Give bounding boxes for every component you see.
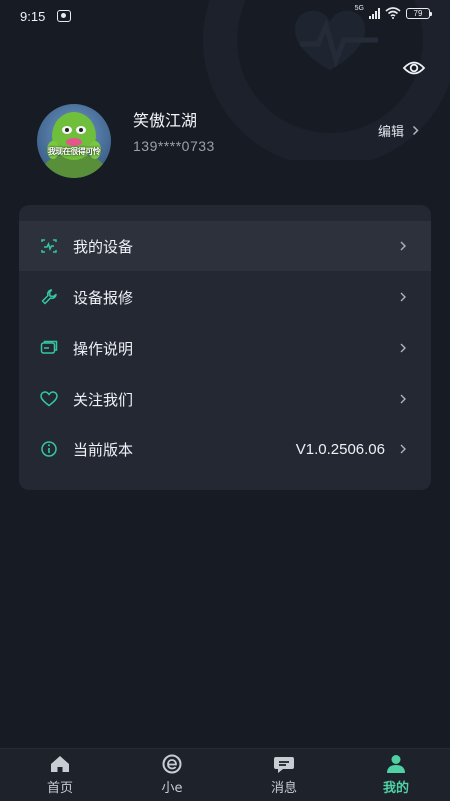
tab-mine[interactable]: 我的: [340, 749, 450, 801]
tab-label: 我的: [382, 781, 409, 796]
wrench-icon: [41, 289, 57, 305]
user-name: 笑傲江湖: [133, 111, 198, 130]
message-icon: [274, 757, 294, 773]
chevron-right-icon: [412, 125, 419, 136]
edit-label: 编辑: [378, 125, 405, 140]
menu-item-device-repair[interactable]: 设备报修: [19, 272, 431, 322]
e-icon: [162, 754, 182, 774]
heart-icon: [40, 391, 58, 407]
network-type-label: 5G: [354, 4, 364, 12]
chevron-right-icon: [400, 343, 406, 353]
status-indicators: 5G 79: [354, 4, 432, 19]
bottom-tab-bar: 首页 小e 消息 我的: [0, 748, 450, 801]
notification-app-icon: [57, 10, 71, 22]
avatar[interactable]: 我现在很得可怜: [37, 104, 111, 178]
version-value: V1.0.2506.06: [295, 440, 385, 458]
menu-item-current-version[interactable]: 当前版本 V1.0.2506.06: [19, 424, 431, 474]
chevron-right-icon: [400, 292, 406, 302]
chevron-right-icon: [400, 444, 406, 454]
tab-home[interactable]: 首页: [4, 749, 116, 801]
chevron-right-icon: [400, 241, 406, 251]
user-phone: 139****0733: [133, 138, 215, 154]
battery-icon: 79: [406, 7, 432, 19]
home-icon: [51, 756, 69, 772]
tab-label: 消息: [270, 781, 297, 796]
menu-card: 我的设备 设备报修 操作说明 关注我们 当前版本 V1.0.2506.06: [19, 205, 431, 490]
menu-label: 设备报修: [73, 288, 134, 307]
avatar-caption: 我现在很得可怜: [47, 147, 101, 156]
edit-profile-button[interactable]: 编辑: [378, 121, 419, 140]
tab-label: 首页: [46, 781, 73, 796]
device-icon: [41, 239, 57, 253]
avatar-image: [37, 104, 111, 178]
eye-icon[interactable]: [402, 58, 426, 78]
menu-label: 操作说明: [73, 339, 134, 358]
manual-icon: [40, 340, 58, 354]
menu-label: 当前版本: [73, 440, 134, 459]
tab-label: 小e: [161, 781, 183, 796]
signal-icon: [369, 7, 380, 19]
menu-label: 关注我们: [73, 390, 134, 409]
menu-item-instructions[interactable]: 操作说明: [19, 323, 431, 373]
info-icon: [41, 441, 57, 457]
chevron-right-icon: [400, 394, 406, 404]
status-time: 9:15: [20, 9, 46, 24]
menu-item-my-devices[interactable]: 我的设备: [19, 221, 431, 271]
tab-messages[interactable]: 消息: [228, 749, 340, 801]
status-bar: 9:15 5G 79: [0, 0, 450, 34]
wifi-icon: [385, 7, 401, 19]
menu-item-follow-us[interactable]: 关注我们: [19, 374, 431, 424]
tab-xiao-e[interactable]: 小e: [116, 749, 228, 801]
menu-label: 我的设备: [73, 237, 134, 256]
profile-icon: [387, 755, 405, 773]
